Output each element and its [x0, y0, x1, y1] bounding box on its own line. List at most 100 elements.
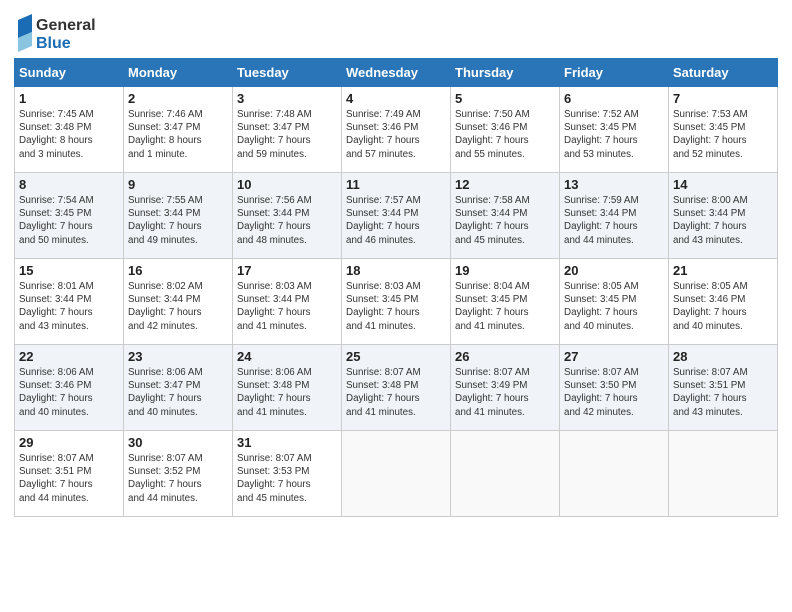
day-info: Sunrise: 7:59 AM Sunset: 3:44 PM Dayligh… — [564, 194, 664, 247]
day-number: 21 — [673, 263, 773, 278]
calendar-cell: 20 Sunrise: 8:05 AM Sunset: 3:45 PM Dayli… — [560, 259, 669, 345]
calendar-col-tuesday: Tuesday — [233, 59, 342, 87]
day-info: Sunrise: 8:05 AM Sunset: 3:45 PM Dayligh… — [564, 280, 664, 333]
day-number: 5 — [455, 91, 555, 106]
day-number: 1 — [19, 91, 119, 106]
calendar-cell: 8Sunrise: 7:54 AM Sunset: 3:45 PM Daylig… — [15, 173, 124, 259]
calendar-cell: 24Sunrise: 8:06 AM Sunset: 3:48 PM Dayli… — [233, 345, 342, 431]
calendar-col-saturday: Saturday — [669, 59, 778, 87]
calendar-cell: 30 Sunrise: 8:07 AM Sunset: 3:52 PM Dayli… — [124, 431, 233, 517]
day-info: Sunrise: 8:06 AM Sunset: 3:47 PM Dayligh… — [128, 366, 228, 419]
day-info: Sunrise: 8:07 AM Sunset: 3:51 PM Dayligh… — [19, 452, 119, 505]
day-info: Sunrise: 7:54 AM Sunset: 3:45 PM Dayligh… — [19, 194, 119, 247]
day-info: Sunrise: 8:07 AM Sunset: 3:51 PM Dayligh… — [673, 366, 773, 419]
svg-text:General: General — [36, 17, 96, 34]
calendar-col-wednesday: Wednesday — [342, 59, 451, 87]
calendar-cell: 15 Sunrise: 8:01 AM Sunset: 3:44 PM Dayli… — [15, 259, 124, 345]
day-number: 2 — [128, 91, 228, 106]
calendar-cell: 9 Sunrise: 7:55 AM Sunset: 3:44 PM Daylig… — [124, 173, 233, 259]
calendar-cell: 3Sunrise: 7:48 AM Sunset: 3:47 PM Daylig… — [233, 87, 342, 173]
day-number: 30 — [128, 435, 228, 450]
calendar-cell: 19 Sunrise: 8:04 AM Sunset: 3:45 PM Dayli… — [451, 259, 560, 345]
calendar-cell: 12Sunrise: 7:58 AM Sunset: 3:44 PM Dayli… — [451, 173, 560, 259]
calendar-col-friday: Friday — [560, 59, 669, 87]
calendar-cell: 11 Sunrise: 7:57 AM Sunset: 3:44 PM Dayli… — [342, 173, 451, 259]
day-info: Sunrise: 8:05 AM Sunset: 3:46 PM Dayligh… — [673, 280, 773, 333]
day-info: Sunrise: 7:52 AM Sunset: 3:45 PM Dayligh… — [564, 108, 664, 161]
day-info: Sunrise: 8:03 AM Sunset: 3:44 PM Dayligh… — [237, 280, 337, 333]
day-info: Sunrise: 8:07 AM Sunset: 3:48 PM Dayligh… — [346, 366, 446, 419]
calendar-table: SundayMondayTuesdayWednesdayThursdayFrid… — [14, 58, 778, 517]
day-number: 11 — [346, 177, 446, 192]
calendar-cell: 25 Sunrise: 8:07 AM Sunset: 3:48 PM Dayli… — [342, 345, 451, 431]
calendar-week-4: 22 Sunrise: 8:06 AM Sunset: 3:46 PM Dayli… — [15, 345, 778, 431]
day-info: Sunrise: 8:07 AM Sunset: 3:52 PM Dayligh… — [128, 452, 228, 505]
calendar-week-2: 8Sunrise: 7:54 AM Sunset: 3:45 PM Daylig… — [15, 173, 778, 259]
day-number: 27 — [564, 349, 664, 364]
day-number: 22 — [19, 349, 119, 364]
calendar-cell: 16 Sunrise: 8:02 AM Sunset: 3:44 PM Dayli… — [124, 259, 233, 345]
calendar-cell: 17Sunrise: 8:03 AM Sunset: 3:44 PM Dayli… — [233, 259, 342, 345]
day-number: 16 — [128, 263, 228, 278]
calendar-cell — [342, 431, 451, 517]
day-info: Sunrise: 8:06 AM Sunset: 3:46 PM Dayligh… — [19, 366, 119, 419]
calendar-cell: 6 Sunrise: 7:52 AM Sunset: 3:45 PM Daylig… — [560, 87, 669, 173]
calendar-cell: 7 Sunrise: 7:53 AM Sunset: 3:45 PM Daylig… — [669, 87, 778, 173]
day-number: 29 — [19, 435, 119, 450]
calendar-cell: 10Sunrise: 7:56 AM Sunset: 3:44 PM Dayli… — [233, 173, 342, 259]
day-info: Sunrise: 7:46 AM Sunset: 3:47 PM Dayligh… — [128, 108, 228, 161]
day-number: 20 — [564, 263, 664, 278]
day-info: Sunrise: 7:55 AM Sunset: 3:44 PM Dayligh… — [128, 194, 228, 247]
page-container: GeneralBlue SundayMondayTuesdayWednesday… — [0, 0, 792, 525]
calendar-cell: 1 Sunrise: 7:45 AM Sunset: 3:48 PM Daylig… — [15, 87, 124, 173]
calendar-week-1: 1 Sunrise: 7:45 AM Sunset: 3:48 PM Daylig… — [15, 87, 778, 173]
calendar-cell: 18 Sunrise: 8:03 AM Sunset: 3:45 PM Dayli… — [342, 259, 451, 345]
calendar-cell: 5 Sunrise: 7:50 AM Sunset: 3:46 PM Daylig… — [451, 87, 560, 173]
day-info: Sunrise: 7:45 AM Sunset: 3:48 PM Dayligh… — [19, 108, 119, 161]
calendar-cell: 2 Sunrise: 7:46 AM Sunset: 3:47 PM Daylig… — [124, 87, 233, 173]
calendar-col-sunday: Sunday — [15, 59, 124, 87]
day-info: Sunrise: 8:00 AM Sunset: 3:44 PM Dayligh… — [673, 194, 773, 247]
calendar-cell: 31Sunrise: 8:07 AM Sunset: 3:53 PM Dayli… — [233, 431, 342, 517]
day-info: Sunrise: 7:50 AM Sunset: 3:46 PM Dayligh… — [455, 108, 555, 161]
calendar-cell: 22 Sunrise: 8:06 AM Sunset: 3:46 PM Dayli… — [15, 345, 124, 431]
day-info: Sunrise: 8:01 AM Sunset: 3:44 PM Dayligh… — [19, 280, 119, 333]
day-number: 6 — [564, 91, 664, 106]
day-info: Sunrise: 7:57 AM Sunset: 3:44 PM Dayligh… — [346, 194, 446, 247]
calendar-cell: 26Sunrise: 8:07 AM Sunset: 3:49 PM Dayli… — [451, 345, 560, 431]
calendar-cell: 14 Sunrise: 8:00 AM Sunset: 3:44 PM Dayli… — [669, 173, 778, 259]
calendar-cell: 23 Sunrise: 8:06 AM Sunset: 3:47 PM Dayli… — [124, 345, 233, 431]
day-number: 18 — [346, 263, 446, 278]
calendar-cell: 4Sunrise: 7:49 AM Sunset: 3:46 PM Daylig… — [342, 87, 451, 173]
calendar-header-row: SundayMondayTuesdayWednesdayThursdayFrid… — [15, 59, 778, 87]
day-info: Sunrise: 8:03 AM Sunset: 3:45 PM Dayligh… — [346, 280, 446, 333]
day-number: 10 — [237, 177, 337, 192]
logo: GeneralBlue — [14, 10, 104, 54]
calendar-week-3: 15 Sunrise: 8:01 AM Sunset: 3:44 PM Dayli… — [15, 259, 778, 345]
day-info: Sunrise: 8:04 AM Sunset: 3:45 PM Dayligh… — [455, 280, 555, 333]
day-number: 19 — [455, 263, 555, 278]
day-number: 26 — [455, 349, 555, 364]
day-info: Sunrise: 8:02 AM Sunset: 3:44 PM Dayligh… — [128, 280, 228, 333]
day-number: 25 — [346, 349, 446, 364]
day-number: 28 — [673, 349, 773, 364]
day-info: Sunrise: 7:53 AM Sunset: 3:45 PM Dayligh… — [673, 108, 773, 161]
calendar-col-monday: Monday — [124, 59, 233, 87]
day-info: Sunrise: 7:48 AM Sunset: 3:47 PM Dayligh… — [237, 108, 337, 161]
day-number: 7 — [673, 91, 773, 106]
header: GeneralBlue — [14, 10, 778, 54]
day-info: Sunrise: 8:07 AM Sunset: 3:53 PM Dayligh… — [237, 452, 337, 505]
day-number: 4 — [346, 91, 446, 106]
day-number: 23 — [128, 349, 228, 364]
day-number: 14 — [673, 177, 773, 192]
calendar-week-5: 29 Sunrise: 8:07 AM Sunset: 3:51 PM Dayli… — [15, 431, 778, 517]
calendar-cell: 28 Sunrise: 8:07 AM Sunset: 3:51 PM Dayli… — [669, 345, 778, 431]
day-number: 15 — [19, 263, 119, 278]
day-number: 12 — [455, 177, 555, 192]
calendar-cell — [560, 431, 669, 517]
calendar-cell — [669, 431, 778, 517]
day-info: Sunrise: 8:07 AM Sunset: 3:50 PM Dayligh… — [564, 366, 664, 419]
calendar-cell: 27 Sunrise: 8:07 AM Sunset: 3:50 PM Dayli… — [560, 345, 669, 431]
day-number: 9 — [128, 177, 228, 192]
svg-text:Blue: Blue — [36, 35, 71, 52]
